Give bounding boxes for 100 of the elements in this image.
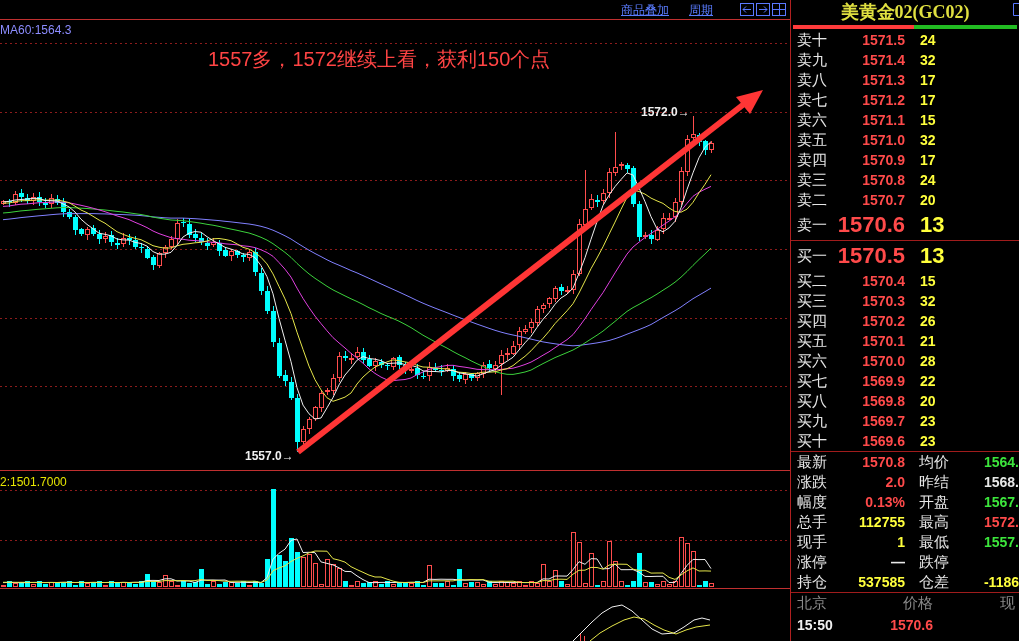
bid-price: 1569.9 — [861, 373, 905, 389]
ask-price: 1570.7 — [861, 192, 905, 208]
bid-label: 买三 — [797, 292, 828, 310]
bid-label: 买八 — [797, 392, 828, 410]
bid-label: 买十 — [797, 432, 828, 450]
stat-label: 最新 — [797, 453, 827, 471]
bid-volume: 28 — [920, 353, 936, 369]
ask-volume: 20 — [920, 192, 936, 208]
toolbar-link[interactable]: 商品叠加 — [621, 2, 669, 17]
ask-label: 卖五 — [797, 131, 828, 149]
stat-value: 0.13% — [865, 494, 905, 510]
bid-price: 1570.5 — [837, 243, 905, 269]
stat-label: 现手 — [797, 533, 827, 551]
stat-label: 持仓 — [797, 573, 827, 591]
column-header: 北京 — [797, 594, 828, 612]
bid-volume: 20 — [920, 393, 936, 409]
bid-price: 1569.8 — [861, 393, 905, 409]
stat-value: 1567. — [983, 494, 1019, 510]
tick-price: 1570.6 — [889, 617, 933, 633]
stat-value: 1557. — [983, 534, 1019, 550]
ask-volume: 24 — [920, 32, 936, 48]
stat-value: 1564. — [983, 454, 1019, 470]
bid-volume: 26 — [920, 313, 936, 329]
bid-price: 1570.4 — [861, 273, 905, 289]
bid-label: 买七 — [797, 372, 828, 390]
ask-label: 卖三 — [797, 171, 828, 189]
left-arrow-icon[interactable] — [740, 3, 754, 16]
ask-volume: 32 — [920, 52, 936, 68]
stat-label: 涨停 — [797, 553, 827, 571]
bid-volume: 32 — [920, 293, 936, 309]
bid-price: 1570.3 — [861, 293, 905, 309]
stat-value: 2.0 — [885, 474, 905, 490]
ask-price: 1571.1 — [861, 112, 905, 128]
ask-label: 卖四 — [797, 151, 828, 169]
stat-label: 最低 — [919, 533, 949, 551]
ask-price: 1571.2 — [861, 92, 905, 108]
grid-icon[interactable] — [772, 3, 786, 16]
toolbar-link[interactable]: 周期 — [689, 2, 713, 17]
stat-label: 幅度 — [797, 493, 827, 511]
ask-label: 卖八 — [797, 71, 828, 89]
stat-label: 仓差 — [919, 573, 949, 591]
ask-price: 1571.5 — [861, 32, 905, 48]
stat-value: 537585 — [858, 574, 905, 590]
bid-label: 买九 — [797, 412, 828, 430]
stat-label: 最高 — [919, 513, 949, 531]
bid-price: 1570.1 — [861, 333, 905, 349]
stat-label: 涨跌 — [797, 473, 827, 491]
stat-value: 1570.8 — [862, 454, 905, 470]
bid-volume: 21 — [920, 333, 936, 349]
bid-label: 买五 — [797, 332, 828, 350]
bid-label: 买一 — [797, 247, 828, 265]
bid-label: 买四 — [797, 312, 828, 330]
stat-label: 开盘 — [919, 493, 949, 511]
ask-label: 卖六 — [797, 111, 828, 129]
bid-price: 1570.2 — [861, 313, 905, 329]
bid-price: 1569.7 — [861, 413, 905, 429]
stat-label: 总手 — [797, 513, 827, 531]
bid-volume: 22 — [920, 373, 936, 389]
instrument-title: 美黄金02(GC02) — [840, 1, 970, 23]
indicator-label: 2:1501.7000 — [0, 475, 67, 489]
stat-value: 1568. — [983, 474, 1019, 490]
ask-price: 1571.3 — [861, 72, 905, 88]
indicator-label: MA60:1564.3 — [0, 23, 72, 37]
ask-price: 1571.4 — [861, 52, 905, 68]
ask-volume: 17 — [920, 72, 936, 88]
ask-label: 卖九 — [797, 51, 828, 69]
ask-volume: 24 — [920, 172, 936, 188]
ask-price: 1570.6 — [837, 212, 905, 238]
stat-value: -1186 — [983, 574, 1019, 590]
ask-label: 卖十 — [797, 31, 828, 49]
stat-label: 昨结 — [919, 473, 949, 491]
ask-volume: 17 — [920, 92, 936, 108]
bid-volume: 13 — [920, 243, 945, 269]
ask-volume: 15 — [920, 112, 936, 128]
ask-label: 卖七 — [797, 91, 828, 109]
bid-volume: 23 — [920, 433, 936, 449]
tick-time: 15:50 — [797, 617, 834, 633]
bid-label: 买二 — [797, 272, 828, 290]
bid-volume: 23 — [920, 413, 936, 429]
ask-volume: 32 — [920, 132, 936, 148]
ask-label: 卖二 — [797, 191, 828, 209]
bid-price: 1570.0 — [861, 353, 905, 369]
bid-volume: 15 — [920, 273, 936, 289]
stat-label: 均价 — [919, 453, 949, 471]
stat-value: 1 — [897, 534, 905, 550]
right-arrow-icon[interactable] — [756, 3, 770, 16]
stat-value: 1572. — [983, 514, 1019, 530]
column-header: 价格 — [902, 594, 933, 612]
stat-value: — — [891, 554, 905, 570]
ask-price: 1570.9 — [861, 152, 905, 168]
stat-label: 跌停 — [919, 553, 949, 571]
column-header: 现 — [1000, 594, 1015, 612]
stat-value: 112755 — [859, 514, 905, 530]
ask-volume: 17 — [920, 152, 936, 168]
ask-volume: 13 — [920, 212, 945, 238]
annotation-text: 1557多，1572继续上看，获利150个点 — [208, 47, 551, 71]
bid-price: 1569.6 — [861, 433, 905, 449]
price-marker-label: 1557.0→ — [245, 449, 294, 463]
price-marker-label: 1572.0→ — [641, 105, 690, 119]
ask-label: 卖一 — [797, 216, 828, 234]
